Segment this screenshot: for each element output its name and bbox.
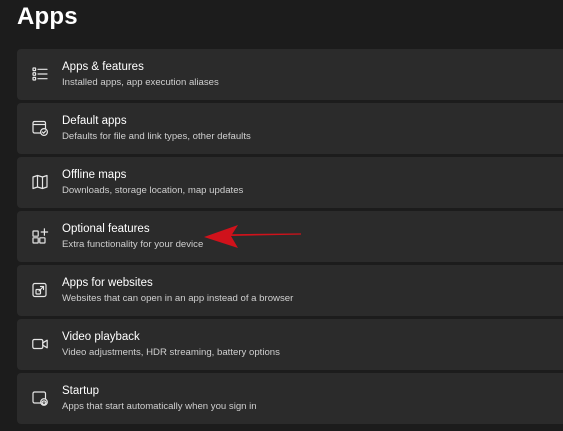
settings-item-title: Startup xyxy=(62,385,100,397)
startup-icon xyxy=(31,389,49,407)
settings-item-title: Video playback xyxy=(62,331,140,343)
settings-item-default-apps[interactable]: Default apps Defaults for file and link … xyxy=(17,103,563,154)
settings-item-subtitle: Installed apps, app execution aliases xyxy=(62,77,219,88)
annotation-arrow-icon xyxy=(204,225,301,248)
settings-item-subtitle: Extra functionality for your device xyxy=(62,239,204,250)
default-apps-icon xyxy=(31,119,49,137)
optional-features-icon xyxy=(31,227,49,245)
settings-item-subtitle: Downloads, storage location, map updates xyxy=(62,185,244,196)
settings-item-startup[interactable]: Startup Apps that start automatically wh… xyxy=(17,373,563,424)
settings-item-subtitle: Apps that start automatically when you s… xyxy=(62,401,257,412)
settings-item-video-playback[interactable]: Video playback Video adjustments, HDR st… xyxy=(17,319,563,370)
settings-item-apps-features[interactable]: Apps & features Installed apps, app exec… xyxy=(17,49,563,100)
settings-item-apps-for-websites[interactable]: Apps for websites Websites that can open… xyxy=(17,265,563,316)
map-icon xyxy=(31,173,49,191)
page-title: Apps xyxy=(17,3,78,30)
settings-item-subtitle: Video adjustments, HDR streaming, batter… xyxy=(62,347,280,358)
settings-item-subtitle: Websites that can open in an app instead… xyxy=(62,293,294,304)
settings-item-title: Default apps xyxy=(62,115,127,127)
settings-item-title: Apps & features xyxy=(62,61,144,73)
settings-item-offline-maps[interactable]: Offline maps Downloads, storage location… xyxy=(17,157,563,208)
settings-item-title: Optional features xyxy=(62,223,150,235)
settings-page: Apps Apps & features Installed apps, app… xyxy=(0,0,563,431)
settings-item-title: Offline maps xyxy=(62,169,127,181)
video-camera-icon xyxy=(31,335,49,353)
apps-list-icon xyxy=(31,65,49,83)
settings-item-title: Apps for websites xyxy=(62,277,153,289)
settings-item-subtitle: Defaults for file and link types, other … xyxy=(62,131,251,142)
open-in-app-icon xyxy=(31,281,49,299)
